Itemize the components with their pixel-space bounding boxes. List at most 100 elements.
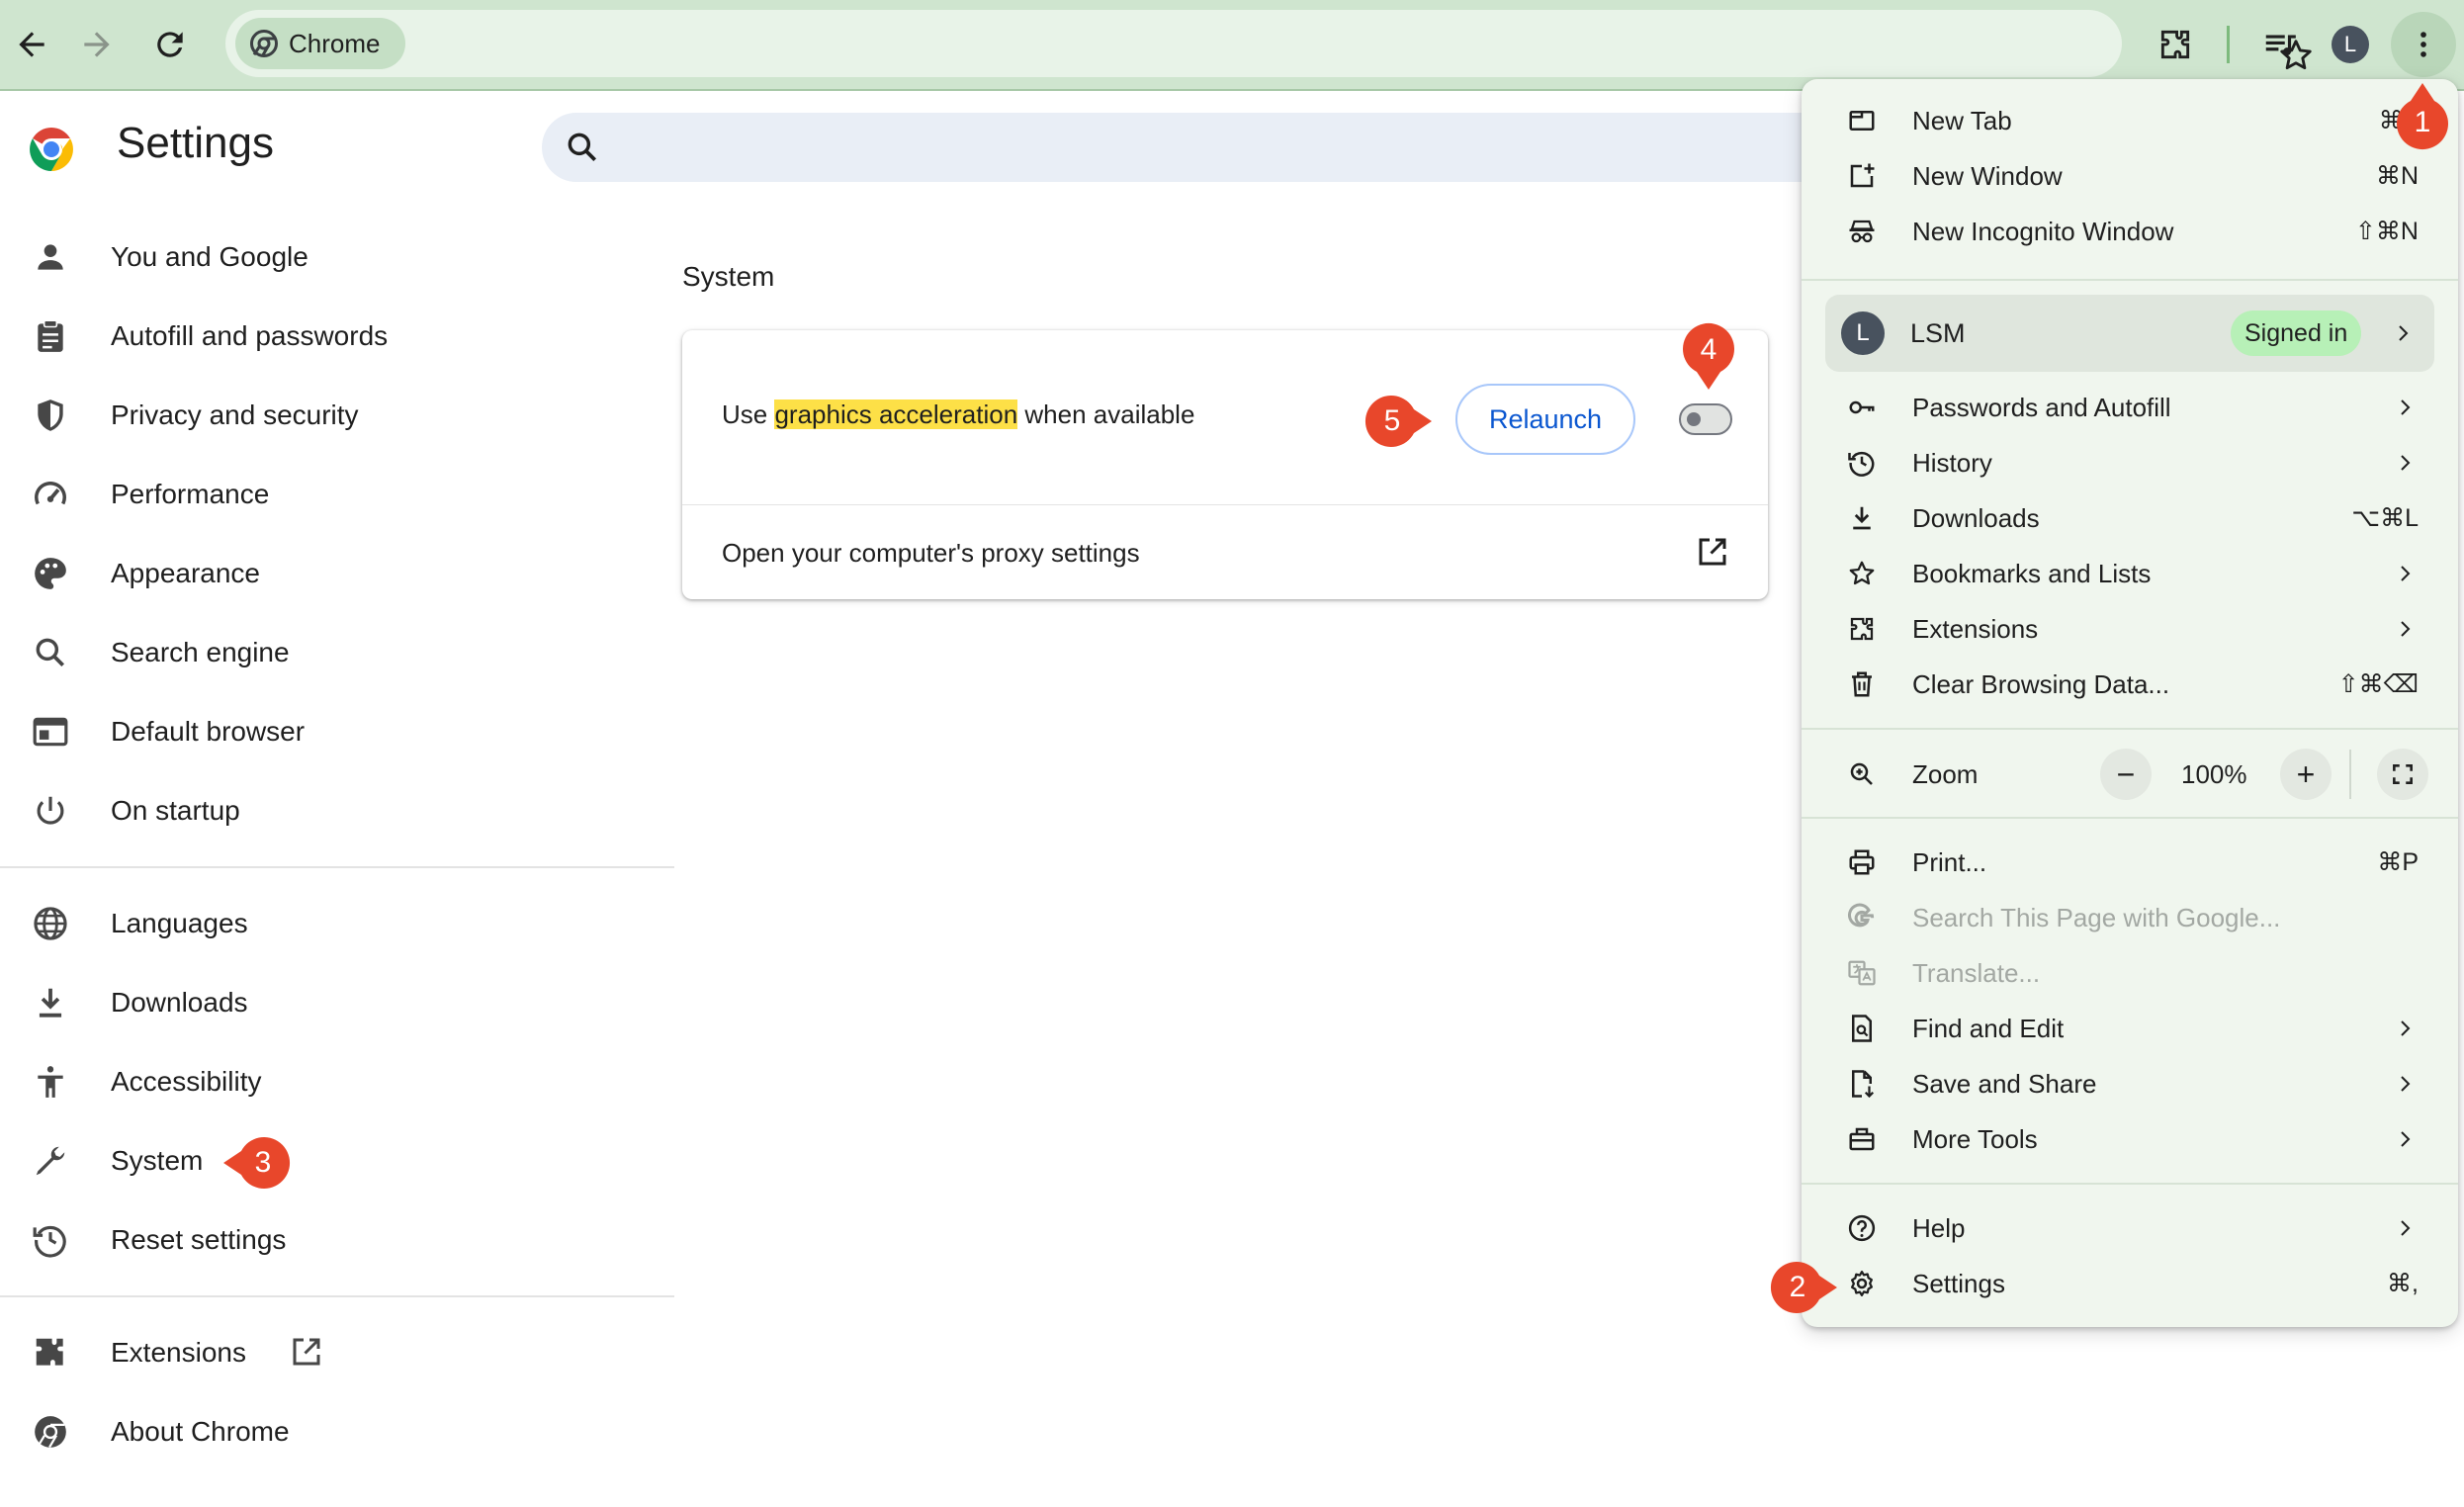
- menu-shortcut: ⌥⌘L: [2351, 504, 2419, 532]
- menu-item-search-page-google[interactable]: Search This Page with Google...: [1802, 890, 2458, 945]
- menu-shortcut: ⇧⌘⌫: [2337, 670, 2419, 698]
- menu-divider: [1802, 1183, 2458, 1185]
- chevron-right-icon: [2401, 1131, 2411, 1147]
- menu-label: New Incognito Window: [1912, 217, 2174, 246]
- download-icon: [39, 988, 62, 1018]
- open-in-new-icon[interactable]: [1695, 534, 1730, 570]
- sidebar-item-on-startup[interactable]: On startup: [0, 776, 672, 845]
- label-prefix: Use: [722, 399, 775, 429]
- sidebar-item-downloads[interactable]: Downloads: [0, 968, 672, 1037]
- back-button[interactable]: [0, 13, 63, 76]
- chrome-logo: [30, 128, 73, 171]
- menu-item-extensions[interactable]: Extensions: [1802, 601, 2458, 657]
- menu-label: Passwords and Autofill: [1912, 393, 2171, 422]
- sidebar-item-system[interactable]: System: [0, 1126, 672, 1196]
- graphics-acceleration-toggle[interactable]: [1679, 403, 1732, 435]
- chevron-right-icon: [2399, 325, 2409, 341]
- menu-item-bookmarks[interactable]: Bookmarks and Lists: [1802, 546, 2458, 601]
- incognito-icon: [1849, 220, 1875, 243]
- sidebar-item-accessibility[interactable]: Accessibility: [0, 1047, 672, 1116]
- sidebar-item-search-engine[interactable]: Search engine: [0, 618, 672, 687]
- zoom-in-button[interactable]: +: [2280, 749, 2332, 800]
- profile-avatar[interactable]: L: [2332, 26, 2369, 63]
- search-icon: [568, 133, 597, 162]
- menu-item-new-tab[interactable]: New Tab ⌘T: [1802, 93, 2458, 148]
- menu-item-translate[interactable]: Translate...: [1802, 945, 2458, 1001]
- menu-label: New Tab: [1912, 106, 2012, 135]
- sidebar-item-label: Languages: [111, 908, 248, 938]
- accessibility-icon: [38, 1066, 63, 1098]
- chrome-menu-button[interactable]: [2391, 12, 2456, 77]
- menu-label: Zoom: [1912, 759, 1979, 789]
- chevron-right-icon: [2401, 1220, 2411, 1236]
- sidebar-item-default-browser[interactable]: Default browser: [0, 697, 672, 766]
- sidebar-item-extensions[interactable]: Extensions: [0, 1318, 672, 1387]
- menu-item-new-window[interactable]: New Window ⌘N: [1802, 148, 2458, 204]
- proxy-settings-label[interactable]: Open your computer's proxy settings: [722, 538, 1140, 569]
- kebab-menu-icon: [2420, 32, 2426, 57]
- menu-item-help[interactable]: Help: [1802, 1200, 2458, 1256]
- forward-button[interactable]: [65, 13, 129, 76]
- power-icon: [37, 796, 64, 825]
- sidebar-item-reset-settings[interactable]: Reset settings: [0, 1205, 672, 1275]
- menu-item-print[interactable]: Print... ⌘P: [1802, 835, 2458, 890]
- puzzle-icon: [1850, 617, 1874, 641]
- menu-item-settings[interactable]: Settings ⌘,: [1802, 1256, 2458, 1311]
- zoom-separator: [2349, 750, 2351, 799]
- menu-item-more-tools[interactable]: More Tools: [1802, 1111, 2458, 1167]
- sidebar-item-appearance[interactable]: Appearance: [0, 539, 672, 608]
- site-chip[interactable]: Chrome: [235, 18, 406, 69]
- sidebar-item-label: Privacy and security: [111, 399, 359, 430]
- extensions-button[interactable]: [2144, 13, 2207, 76]
- menu-item-downloads[interactable]: Downloads ⌥⌘L: [1802, 490, 2458, 546]
- sidebar-item-languages[interactable]: Languages: [0, 889, 672, 958]
- menu-label: Downloads: [1912, 503, 2040, 533]
- search-highlight: graphics acceleration: [774, 399, 1018, 429]
- omnibox[interactable]: Chrome: [225, 10, 2312, 77]
- menu-item-passwords-autofill[interactable]: Passwords and Autofill: [1802, 380, 2458, 435]
- menu-item-new-incognito-window[interactable]: New Incognito Window ⇧⌘N: [1802, 204, 2458, 259]
- save-share-icon: [1852, 1070, 1875, 1099]
- open-in-new-icon: [293, 1338, 320, 1366]
- menu-label: Settings: [1912, 1269, 2005, 1298]
- page-title: Settings: [117, 119, 274, 167]
- browser-toolbar: Chrome L: [0, 0, 2464, 91]
- step-number: 1: [2414, 106, 2431, 138]
- menu-item-save-share[interactable]: Save and Share: [1802, 1056, 2458, 1111]
- menu-shortcut: ⌘N: [2375, 162, 2419, 190]
- relaunch-button[interactable]: Relaunch: [1455, 384, 1635, 455]
- menu-shortcut: ⌘,: [2387, 1270, 2419, 1297]
- reload-button[interactable]: [138, 13, 202, 76]
- settings-search-input[interactable]: [542, 113, 1926, 182]
- menu-item-history[interactable]: History: [1802, 435, 2458, 490]
- sidebar-item-label: Autofill and passwords: [111, 320, 389, 351]
- media-controls-button[interactable]: [2248, 13, 2312, 76]
- zoom-out-button[interactable]: −: [2100, 749, 2152, 800]
- menu-item-find-edit[interactable]: Find and Edit: [1802, 1001, 2458, 1056]
- sidebar-item-privacy[interactable]: Privacy and security: [0, 381, 672, 450]
- menu-profile-row[interactable]: L LSM Signed in: [1825, 295, 2434, 372]
- browser-window-icon: [33, 717, 68, 747]
- profile-avatar: L: [1841, 311, 1885, 355]
- sidebar-item-you-and-google[interactable]: You and Google: [0, 222, 672, 292]
- menu-label: Bookmarks and Lists: [1912, 559, 2152, 588]
- sidebar-item-label: Default browser: [111, 716, 306, 747]
- fullscreen-button[interactable]: [2377, 749, 2428, 800]
- menu-label: Help: [1912, 1213, 1966, 1243]
- sidebar-item-about-chrome[interactable]: About Chrome: [0, 1397, 672, 1466]
- step-number: 4: [1700, 333, 1717, 366]
- sidebar-item-autofill[interactable]: Autofill and passwords: [0, 302, 672, 371]
- menu-divider: [1802, 728, 2458, 730]
- menu-label: Search This Page with Google...: [1912, 903, 2281, 932]
- step-marker-3: 3: [223, 1133, 293, 1193]
- menu-divider: [1802, 817, 2458, 819]
- menu-divider: [1802, 279, 2458, 281]
- zoom-level: 100%: [2181, 759, 2247, 789]
- translate-icon: [1848, 960, 1876, 986]
- sidebar-item-label: Search engine: [111, 637, 290, 667]
- menu-item-clear-browsing-data[interactable]: Clear Browsing Data... ⇧⌘⌫: [1802, 657, 2458, 712]
- sidebar-divider: [0, 866, 674, 868]
- star-icon: [1849, 561, 1875, 585]
- sidebar-item-performance[interactable]: Performance: [0, 460, 672, 529]
- google-g-icon: [1848, 903, 1875, 928]
